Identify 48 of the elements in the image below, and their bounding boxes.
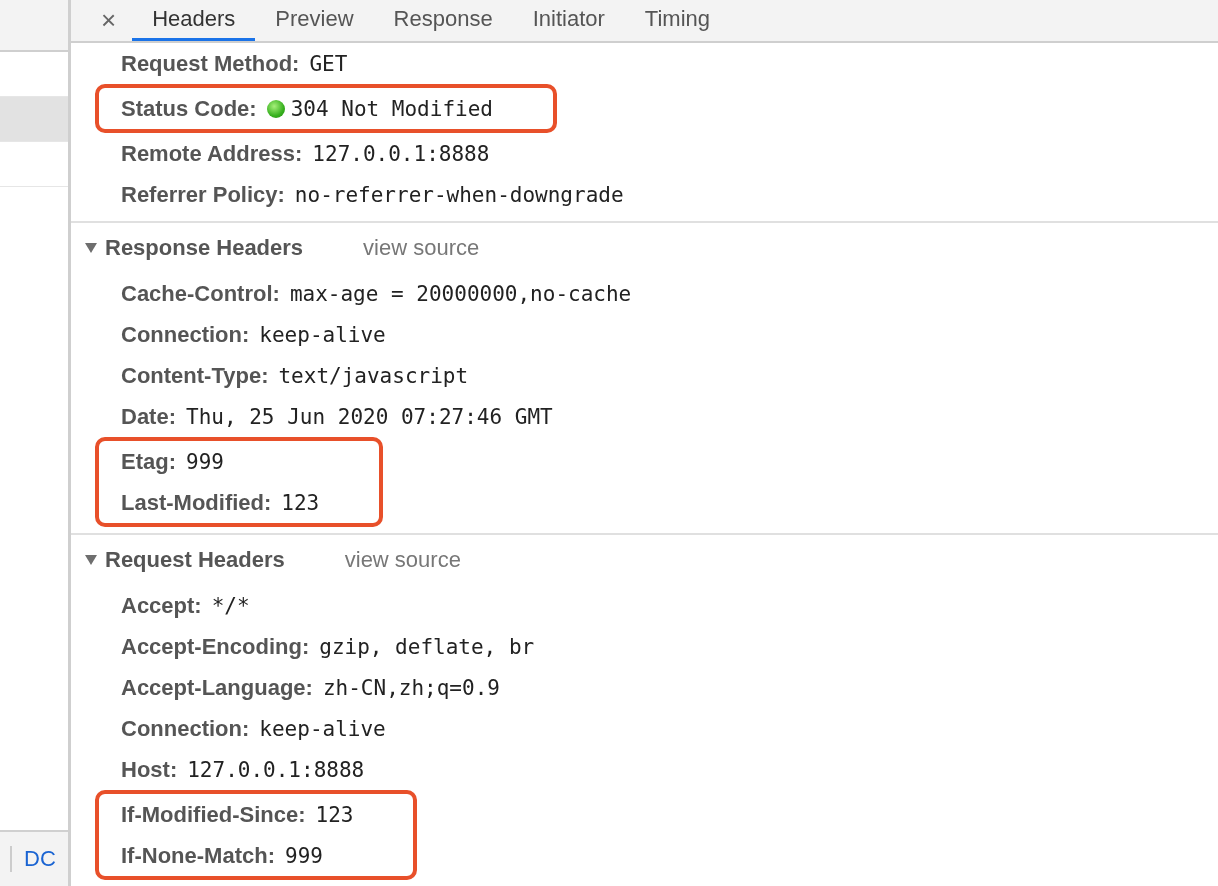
header-name: Status Code: [121, 95, 257, 122]
close-button[interactable]: × [85, 0, 133, 41]
header-value: zh-CN,zh;q=0.9 [322, 675, 500, 700]
header-value: 999 [186, 449, 224, 474]
expanded-triangle-icon[interactable] [85, 555, 97, 565]
header-name: Connection: [121, 321, 250, 348]
tab[interactable]: Initiator [512, 0, 625, 41]
header-value: 127.0.0.1:8888 [312, 141, 490, 166]
header-value: gzip, deflate, br [319, 634, 535, 659]
header-value: 123 [281, 490, 320, 515]
header-name: Accept: [121, 592, 202, 619]
expanded-triangle-icon[interactable] [85, 243, 97, 253]
header-value: 999 [285, 843, 323, 868]
header-name: Referrer Policy: [121, 181, 285, 208]
status-text[interactable]: DC [24, 846, 56, 872]
tab[interactable]: Timing [624, 0, 731, 41]
header-value: Thu, 25 Jun 2020 07:27:46 GMT [186, 404, 553, 429]
header-name: Remote Address: [121, 140, 303, 167]
header-name: If-None-Match: [121, 842, 275, 869]
tab[interactable]: Headers [132, 0, 256, 41]
header-name: Host: [121, 756, 178, 783]
header-name: Connection: [121, 715, 250, 742]
header-name: Date: [121, 403, 176, 430]
section-title[interactable]: Request Headers [105, 547, 285, 573]
header-value: keep-alive [259, 716, 386, 741]
header-name: Content-Type: [121, 362, 269, 389]
header-name: Accept-Language: [121, 674, 313, 701]
header-name: Request Method: [121, 50, 300, 77]
header-name: Etag: [121, 448, 176, 475]
header-name: If-Modified-Since: [121, 801, 306, 828]
view-source-link[interactable]: view source [363, 235, 480, 261]
header-name: Last-Modified: [121, 489, 272, 516]
header-name: Accept-Encoding: [121, 633, 310, 660]
header-value: text/javascript [278, 363, 469, 388]
tab[interactable]: Preview [255, 0, 374, 41]
section-title[interactable]: Response Headers [105, 235, 304, 261]
header-value: no-referrer-when-downgrade [294, 182, 624, 207]
header-name: Cache-Control: [121, 280, 280, 307]
header-value: 127.0.0.1:8888 [187, 757, 365, 782]
header-value: keep-alive [259, 322, 386, 347]
header-value: 304 Not Modified [290, 96, 493, 121]
header-value: max-age = 20000000,no-cache [289, 281, 632, 306]
header-value: */* [211, 593, 250, 618]
view-source-link[interactable]: view source [344, 547, 461, 573]
tab[interactable]: Response [373, 0, 513, 41]
header-value: 123 [315, 802, 354, 827]
request-row[interactable] [0, 97, 68, 142]
header-value: GET [309, 51, 348, 76]
